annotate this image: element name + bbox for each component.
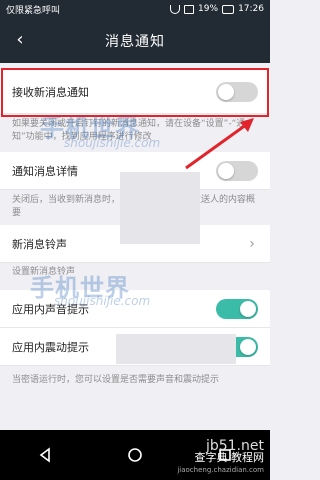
chevron-left-icon: ‹ [16,29,24,50]
receive-new-note: 如果要关闭或开启钉钉的新消息通知，请在设备“设置”-“通知”功能中，找到应用程序… [12,119,246,142]
in-app-sound-toggle[interactable] [216,298,258,319]
circle-home-icon [128,448,142,462]
detail-row[interactable]: 通知消息详情 [0,152,270,190]
nav-bar: ‹ 消息通知 [0,18,270,63]
in-app-vibrate-row[interactable]: 应用内震动提示 [0,328,270,366]
detail-note: 关闭后，当收到新消息时，通知提示将不显示发送人的内容概要 [12,195,256,218]
bottom-note: 当密语运行时，您可以设置是否需要声音和震动提示 [12,375,220,385]
battery-icon [222,4,235,14]
footer-line2: 查字典 教程网 [194,451,265,464]
system-home-button[interactable] [123,443,147,467]
ringtone-label: 新消息铃声 [12,237,67,251]
in-app-vibrate-label: 应用内震动提示 [12,340,89,354]
battery-percent: 19% [198,4,219,14]
receive-new-label: 接收新消息通知 [12,85,89,99]
status-icons: 19% 17:26 [170,4,264,14]
in-app-sound-label: 应用内声音提示 [12,302,89,316]
system-back-button[interactable] [33,443,57,467]
ringtone-row[interactable]: 新消息铃声 › [0,225,270,263]
footer-line3: jiaocheng.chazidian.com [177,466,264,474]
receive-new-row[interactable]: 接收新消息通知 [0,70,270,114]
footer-watermark: jb51.net 查字典 教程网 jiaocheng.chazidian.com [177,439,265,476]
in-app-sound-row[interactable]: 应用内声音提示 [0,290,270,328]
detail-label: 通知消息详情 [12,164,78,178]
status-bar: 仅限紧急呼叫 19% 17:26 [0,0,270,18]
signal-icon [184,4,195,14]
in-app-vibrate-toggle[interactable] [216,336,258,357]
receive-new-toggle[interactable] [216,81,258,102]
ringtone-note: 设置新消息铃声 [12,267,76,277]
back-button[interactable]: ‹ [10,30,30,50]
triangle-back-icon [39,447,50,463]
chevron-right-icon: › [249,235,255,252]
wifi-icon [170,4,181,14]
carrier-text: 仅限紧急呼叫 [6,5,61,16]
clock: 17:26 [238,4,264,14]
page-title: 消息通知 [105,33,165,50]
detail-toggle[interactable] [216,160,258,181]
